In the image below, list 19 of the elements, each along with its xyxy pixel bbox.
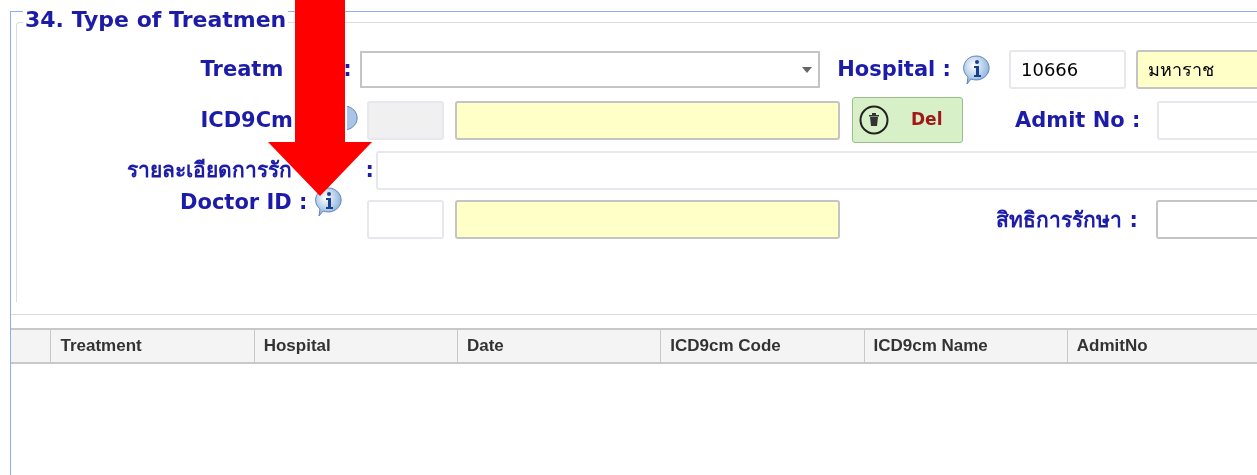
treatment-detail-label: รายละเอียดการรัก — [126, 159, 292, 181]
label-colon: : — [343, 59, 352, 80]
doctor-id-label: Doctor ID : — [180, 191, 308, 213]
hospital-name-field[interactable]: มหาราช — [1136, 50, 1257, 89]
column-header[interactable]: AdmitNo — [1067, 330, 1257, 362]
hospital-label: Hospital : — [837, 59, 951, 80]
label-colon: : — [365, 159, 374, 181]
column-header[interactable]: Treatment — [51, 330, 255, 362]
section-title: 34. Type of Treatmen — [23, 9, 289, 31]
treatment-label: Treatm — [200, 59, 284, 80]
hospital-code-field[interactable]: 10666 — [1009, 50, 1126, 89]
delete-button[interactable]: Del — [852, 97, 963, 143]
treatment-rights-label: สิทธิการรักษา : — [996, 209, 1138, 231]
icd9cm-label: ICD9Cm — [200, 109, 293, 131]
column-header[interactable]: Date — [457, 330, 662, 362]
column-header[interactable]: ICD9cm Name — [864, 330, 1068, 362]
admit-no-label: Admit No : — [1015, 109, 1141, 131]
column-header[interactable]: ICD9cm Code — [661, 330, 865, 362]
column-header[interactable]: Hospital — [254, 330, 458, 362]
